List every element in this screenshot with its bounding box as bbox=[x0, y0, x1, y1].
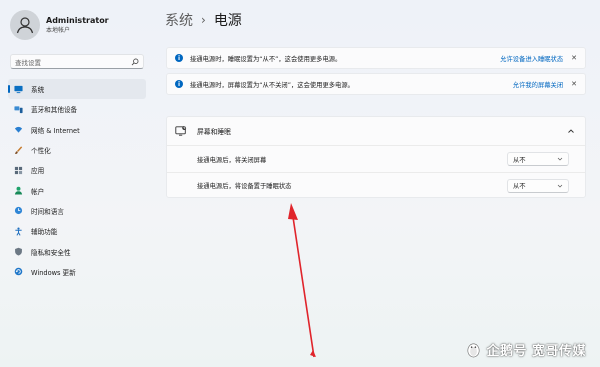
sidebar-item-privacy[interactable]: 隐私和安全性 bbox=[8, 241, 146, 261]
screen-off-row: 接通电源后，将关闭屏幕 从不 bbox=[167, 146, 585, 172]
sidebar-item-label: 辅助功能 bbox=[31, 228, 58, 237]
section-title: 屏幕和睡眠 bbox=[197, 128, 231, 136]
person-avatar-icon bbox=[16, 17, 34, 34]
sidebar-item-label: Windows 更新 bbox=[31, 268, 76, 277]
search-icon[interactable] bbox=[131, 58, 139, 66]
sidebar: Administrator 本地帐户 查找设置 系统 蓝牙和其他设备 网络 & … bbox=[0, 0, 155, 367]
close-icon[interactable]: ✕ bbox=[571, 80, 577, 88]
settings-window: Administrator 本地帐户 查找设置 系统 蓝牙和其他设备 网络 & … bbox=[0, 0, 600, 367]
update-icon bbox=[14, 267, 23, 276]
watermark-text: 企鹅号 宽哥传媒 bbox=[486, 344, 586, 359]
sidebar-item-personalization[interactable]: 个性化 bbox=[8, 140, 146, 160]
allow-screen-off-link[interactable]: 允许我的屏幕关闭 bbox=[513, 80, 563, 89]
person-icon bbox=[14, 186, 23, 195]
info-icon: i bbox=[175, 54, 183, 62]
sleep-info-bar: i 接通电源时，睡眠设置为“从不”，这会使用更多电源。 允许设备进入睡眠状态 ✕ bbox=[166, 47, 586, 69]
sidebar-item-label: 蓝牙和其他设备 bbox=[31, 106, 78, 115]
screen-sleep-section: 屏幕和睡眠 接通电源后，将关闭屏幕 从不 接通电源后，将设备置于睡眠状态 从不 bbox=[166, 116, 586, 198]
info-message: 接通电源时，屏幕设置为“从不关闭”，这会使用更多电源。 bbox=[190, 81, 354, 89]
breadcrumb-parent[interactable]: 系统 bbox=[165, 10, 193, 30]
sidebar-item-apps[interactable]: 应用 bbox=[8, 160, 146, 180]
brush-icon bbox=[14, 145, 23, 155]
sidebar-item-system[interactable]: 系统 bbox=[8, 79, 146, 100]
screen-sleep-header[interactable]: 屏幕和睡眠 bbox=[167, 117, 585, 146]
sidebar-item-accounts[interactable]: 帐户 bbox=[8, 180, 146, 200]
sleep-row: 接通电源后，将设备置于睡眠状态 从不 bbox=[167, 172, 585, 198]
penguin-logo-icon bbox=[468, 343, 480, 358]
chevron-up-icon[interactable] bbox=[567, 127, 575, 135]
chevron-down-icon bbox=[557, 184, 563, 187]
globe-clock-icon bbox=[14, 206, 23, 215]
sidebar-item-time-language[interactable]: 时间和语言 bbox=[8, 201, 146, 221]
search-placeholder: 查找设置 bbox=[15, 58, 41, 67]
sidebar-item-accessibility[interactable]: 辅助功能 bbox=[8, 221, 146, 241]
profile-name: Administrator bbox=[46, 16, 109, 25]
accessibility-icon bbox=[14, 227, 23, 236]
dropdown-value: 从不 bbox=[513, 156, 526, 164]
close-icon[interactable]: ✕ bbox=[571, 54, 577, 62]
sidebar-item-label: 网络 & Internet bbox=[31, 126, 80, 135]
screen-off-dropdown[interactable]: 从不 bbox=[507, 152, 569, 166]
sidebar-item-label: 帐户 bbox=[31, 187, 45, 196]
sidebar-item-windows-update[interactable]: Windows 更新 bbox=[8, 262, 146, 282]
sidebar-item-label: 时间和语言 bbox=[31, 207, 64, 216]
sidebar-nav: 系统 蓝牙和其他设备 网络 & Internet 个性化 应用 帐户 时间和语言… bbox=[8, 79, 146, 282]
search-input[interactable]: 查找设置 bbox=[10, 54, 144, 69]
user-profile[interactable]: Administrator 本地帐户 bbox=[10, 10, 109, 40]
breadcrumb: 系统 › 电源 bbox=[165, 10, 242, 30]
info-message: 接通电源时，睡眠设置为“从不”，这会使用更多电源。 bbox=[190, 55, 342, 63]
sidebar-item-label: 隐私和安全性 bbox=[31, 248, 71, 257]
sleep-label: 接通电源后，将设备置于睡眠状态 bbox=[197, 183, 292, 190]
apps-icon bbox=[14, 166, 23, 175]
chevron-down-icon bbox=[557, 157, 563, 161]
watermark: 企鹅号 宽哥传媒 bbox=[465, 340, 586, 359]
sidebar-item-network[interactable]: 网络 & Internet bbox=[8, 120, 146, 140]
monitor-icon bbox=[14, 85, 23, 94]
breadcrumb-separator: › bbox=[201, 13, 206, 27]
sidebar-item-bluetooth[interactable]: 蓝牙和其他设备 bbox=[8, 99, 146, 119]
screen-sleep-icon bbox=[175, 126, 187, 136]
annotation-arrow bbox=[288, 203, 316, 358]
sidebar-item-label: 个性化 bbox=[31, 147, 51, 156]
page-title: 电源 bbox=[213, 13, 242, 29]
sleep-dropdown[interactable]: 从不 bbox=[507, 178, 569, 193]
sidebar-item-label: 应用 bbox=[31, 167, 45, 176]
shield-icon bbox=[14, 247, 23, 256]
bluetooth-icon bbox=[14, 105, 23, 114]
avatar bbox=[10, 10, 40, 40]
profile-account-type: 本地帐户 bbox=[46, 27, 71, 34]
info-icon: i bbox=[175, 80, 183, 88]
dropdown-value: 从不 bbox=[513, 183, 526, 190]
wifi-icon bbox=[14, 125, 23, 134]
allow-sleep-link[interactable]: 允许设备进入睡眠状态 bbox=[500, 54, 563, 63]
sidebar-item-label: 系统 bbox=[31, 86, 45, 95]
screen-info-bar: i 接通电源时，屏幕设置为“从不关闭”，这会使用更多电源。 允许我的屏幕关闭 ✕ bbox=[166, 73, 586, 95]
screen-off-label: 接通电源后，将关闭屏幕 bbox=[197, 156, 267, 164]
